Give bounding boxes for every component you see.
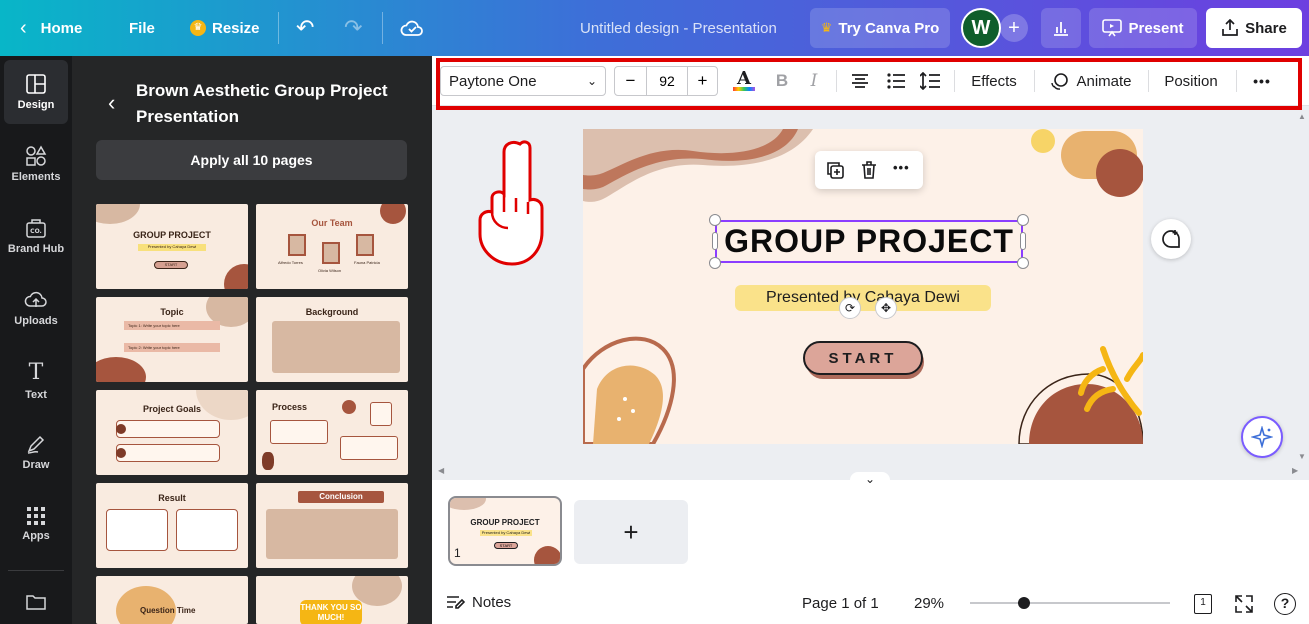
- magic-assistant-icon[interactable]: [1241, 416, 1283, 458]
- home-button[interactable]: ‹ Home: [20, 0, 82, 56]
- resize-handle[interactable]: [709, 257, 721, 269]
- template-page-thumb[interactable]: Conclusion: [256, 483, 408, 568]
- canva-editor: ‹ Home File ♛ Resize ↶ ↷ Untitled design…: [0, 0, 1309, 624]
- move-handle-icon[interactable]: ✥: [875, 297, 897, 319]
- rail-design[interactable]: Design: [4, 60, 68, 124]
- fullscreen-icon[interactable]: [1234, 594, 1254, 619]
- divider: [278, 12, 279, 44]
- crown-icon: ♛: [190, 20, 206, 36]
- cloud-saved-icon[interactable]: [400, 0, 424, 56]
- apply-all-pages-button[interactable]: Apply all 10 pages: [96, 140, 407, 180]
- pages-panel: ⌄ GROUP PROJECT Presented by Cahaya Dewi…: [432, 472, 1309, 624]
- text-icon: T: [28, 359, 44, 385]
- file-menu[interactable]: File: [129, 0, 155, 56]
- avatar[interactable]: W: [961, 8, 1001, 48]
- notes-icon: [447, 595, 466, 609]
- zoom-slider[interactable]: [970, 602, 1170, 604]
- top-bar: ‹ Home File ♛ Resize ↶ ↷ Untitled design…: [0, 0, 1309, 56]
- page-indicator[interactable]: Page 1 of 1: [802, 595, 879, 612]
- template-page-thumb[interactable]: Result: [96, 483, 248, 568]
- rotate-handle-icon[interactable]: ⟳: [839, 297, 861, 319]
- rail-projects[interactable]: [4, 576, 68, 624]
- share-button[interactable]: Share: [1206, 8, 1302, 48]
- slide-subtitle[interactable]: Presented by Cahaya Dewi: [735, 285, 991, 311]
- rail-apps[interactable]: Apps: [4, 492, 68, 556]
- shapes-icon: [26, 145, 47, 166]
- add-comment-icon[interactable]: [1151, 219, 1191, 259]
- notes-button[interactable]: Notes: [446, 594, 511, 611]
- pen-icon: [27, 435, 45, 454]
- template-page-thumb[interactable]: Project Goals: [96, 390, 248, 475]
- add-page-button[interactable]: +: [574, 500, 688, 564]
- collapse-pages-icon[interactable]: ⌄: [850, 472, 890, 486]
- template-page-thumb[interactable]: Topic Topic 1: Write your topic here Top…: [96, 297, 248, 382]
- rail-elements[interactable]: Elements: [4, 132, 68, 196]
- side-rail: Design Elements CO. Brand Hub Uploads T …: [0, 56, 72, 624]
- layout-icon: [26, 74, 46, 94]
- present-icon: [1102, 19, 1123, 37]
- resize-handle[interactable]: [1017, 257, 1029, 269]
- template-page-thumb[interactable]: Our Team Alfredo Torres Olivia Wilson Fa…: [256, 204, 408, 289]
- cloud-upload-icon: [24, 291, 47, 307]
- rail-text[interactable]: T Text: [4, 348, 68, 412]
- design-panel: ‹ Brown Aesthetic Group Project Presenta…: [72, 56, 432, 624]
- zoom-slider-thumb[interactable]: [1018, 597, 1030, 609]
- resize-handle[interactable]: [709, 214, 721, 226]
- redo-icon[interactable]: ↷: [344, 0, 362, 56]
- help-icon[interactable]: ?: [1274, 593, 1296, 615]
- template-page-thumb[interactable]: THANK YOU SO MUCH!: [256, 576, 408, 624]
- trash-icon[interactable]: [859, 160, 879, 185]
- template-page-thumb[interactable]: GROUP PROJECT Presented by Cahaya Dewi S…: [96, 204, 248, 289]
- duplicate-icon[interactable]: [825, 160, 845, 185]
- share-icon: [1222, 19, 1238, 36]
- divider: [8, 570, 64, 571]
- divider: [382, 12, 383, 44]
- chevron-left-icon: ‹: [20, 16, 27, 39]
- undo-icon[interactable]: ↶: [296, 0, 314, 56]
- page-grid-icon[interactable]: 1: [1194, 594, 1212, 614]
- more-options-icon[interactable]: •••: [893, 160, 910, 175]
- svg-text:CO.: CO.: [30, 228, 42, 235]
- start-button[interactable]: START: [803, 341, 923, 375]
- toolbar-highlight-box: [436, 58, 1302, 110]
- rail-uploads[interactable]: Uploads: [4, 276, 68, 340]
- zoom-level[interactable]: 29%: [914, 595, 944, 612]
- present-button[interactable]: Present: [1089, 8, 1197, 48]
- template-page-thumb[interactable]: Question Time: [96, 576, 248, 624]
- rail-brand-hub[interactable]: CO. Brand Hub: [4, 204, 68, 268]
- template-title: Brown Aesthetic Group Project Presentati…: [136, 81, 388, 126]
- add-collaborator-icon[interactable]: +: [1000, 14, 1028, 42]
- insights-icon[interactable]: [1041, 8, 1081, 48]
- template-page-thumb[interactable]: Process: [256, 390, 408, 475]
- apps-grid-icon: [27, 507, 45, 525]
- resize-handle[interactable]: [1020, 232, 1026, 250]
- crown-icon: ♛: [820, 20, 833, 35]
- try-canva-pro-button[interactable]: ♛ Try Canva Pro: [810, 8, 950, 48]
- folder-icon: [26, 595, 46, 610]
- template-page-thumb[interactable]: Background: [256, 297, 408, 382]
- slide-title[interactable]: GROUP PROJECT: [715, 220, 1023, 263]
- resize-handle[interactable]: [1017, 214, 1029, 226]
- back-icon[interactable]: ‹: [108, 90, 115, 116]
- brand-icon: CO.: [26, 219, 46, 238]
- rail-draw[interactable]: Draw: [4, 420, 68, 484]
- document-title[interactable]: Untitled design - Presentation: [580, 0, 777, 56]
- pointing-hand-icon: [478, 140, 544, 266]
- element-quick-menu: •••: [815, 151, 923, 189]
- resize-handle[interactable]: [712, 232, 718, 250]
- resize-button[interactable]: ♛ Resize: [190, 0, 260, 56]
- page-thumbnail-1[interactable]: GROUP PROJECT Presented by Cahaya Dewi S…: [448, 496, 562, 566]
- vertical-scrollbar[interactable]: ▲ ▼: [1298, 112, 1306, 462]
